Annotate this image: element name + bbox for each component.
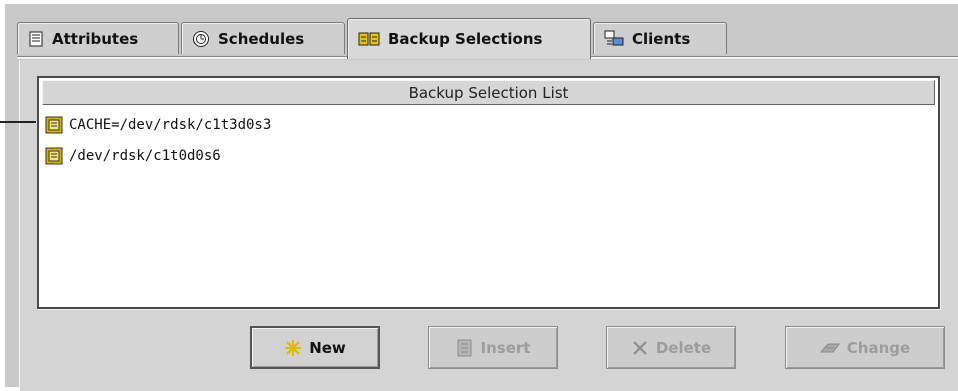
list-item-text: /dev/rdsk/c1t0d0s6 <box>69 148 221 164</box>
list-item-text: CACHE=/dev/rdsk/c1t3d0s3 <box>69 117 272 133</box>
tab-label: Backup Selections <box>388 30 543 48</box>
callout-line <box>0 121 36 123</box>
tab-clients[interactable]: Clients <box>593 22 727 54</box>
backup-selection-list[interactable]: Backup Selection List CACHE=/dev/rdsk/c1… <box>37 76 940 309</box>
tab-schedules[interactable]: Schedules <box>181 22 345 54</box>
file-entry-icon <box>45 116 63 134</box>
tab-attributes[interactable]: Attributes <box>17 22 179 54</box>
schedules-icon <box>192 30 210 48</box>
tab-backup-selections[interactable]: Backup Selections <box>347 18 591 59</box>
file-entry-icon <box>45 147 63 165</box>
change-button[interactable]: Change <box>785 326 945 369</box>
new-button-label: New <box>309 338 346 357</box>
list-item[interactable]: CACHE=/dev/rdsk/c1t3d0s3 <box>45 113 271 137</box>
new-star-icon <box>284 339 302 357</box>
insert-button[interactable]: Insert <box>428 326 558 369</box>
insert-icon <box>456 339 474 357</box>
backup-selections-icon <box>358 32 380 46</box>
clients-icon <box>604 30 624 48</box>
list-column-header[interactable]: Backup Selection List <box>42 80 935 105</box>
insert-button-label: Insert <box>480 338 531 357</box>
change-icon <box>819 342 840 354</box>
new-button[interactable]: New <box>250 326 380 369</box>
list-item[interactable]: /dev/rdsk/c1t0d0s6 <box>45 144 221 168</box>
change-button-label: Change <box>846 338 911 357</box>
delete-button[interactable]: Delete <box>606 326 736 369</box>
tab-label: Schedules <box>218 29 305 48</box>
tab-label: Clients <box>632 29 691 48</box>
delete-button-label: Delete <box>655 338 712 357</box>
delete-x-icon <box>631 339 649 357</box>
tab-label: Attributes <box>52 29 139 48</box>
attributes-icon <box>28 31 44 47</box>
